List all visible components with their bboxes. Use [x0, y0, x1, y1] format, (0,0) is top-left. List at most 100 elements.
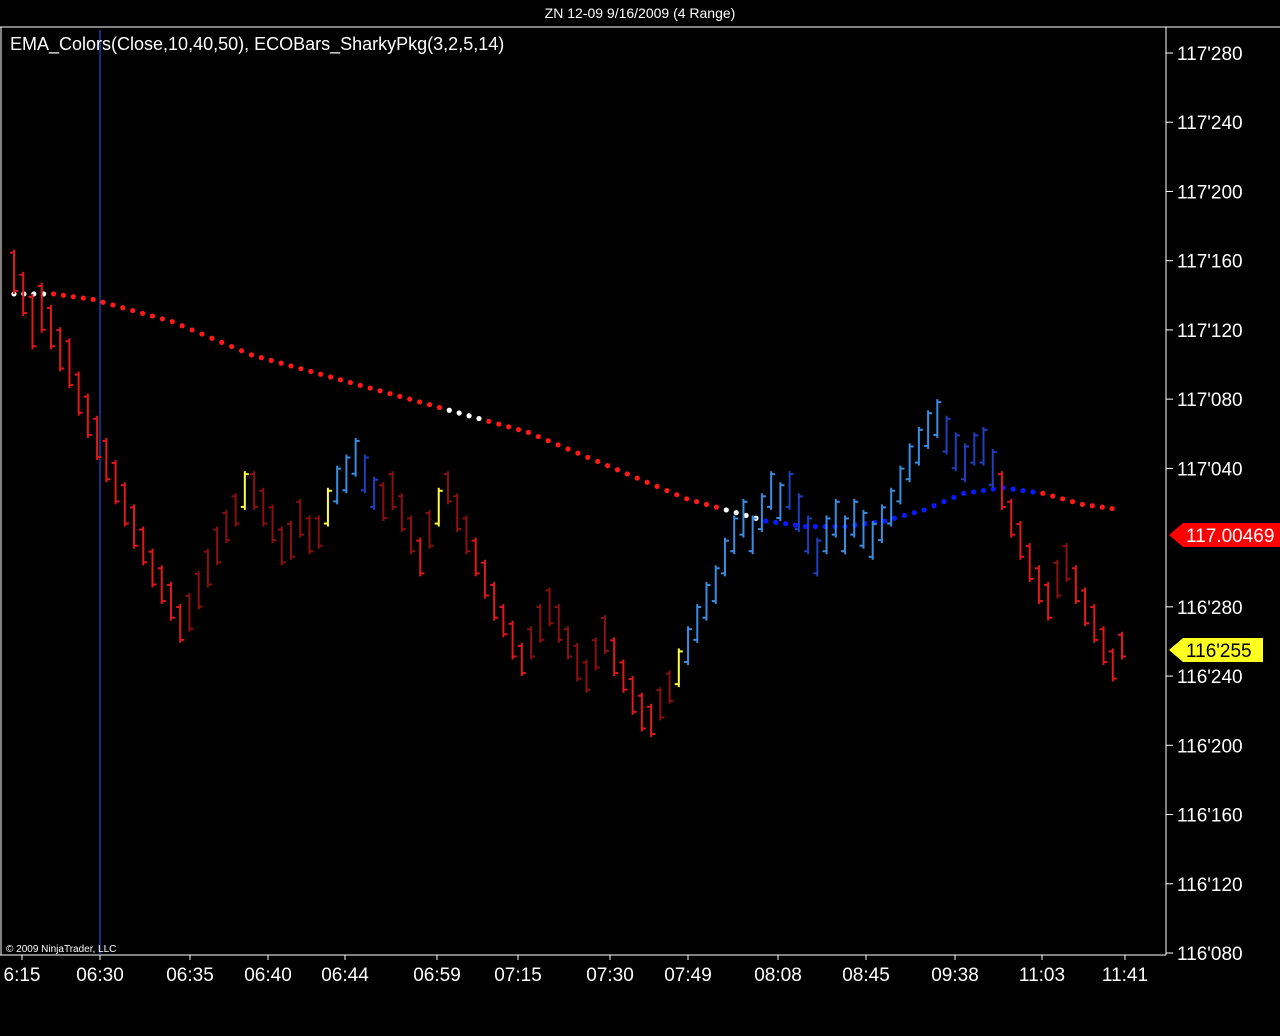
- x-tick-label: 09:38: [931, 965, 979, 986]
- price-bar: [56, 327, 65, 372]
- price-bar: [139, 526, 148, 566]
- price-bar: [988, 449, 997, 488]
- x-tick-label: 06:30: [76, 965, 124, 986]
- price-bar: [1118, 631, 1126, 660]
- x-tick-label: 6:15: [4, 965, 41, 986]
- price-bar: [1108, 648, 1117, 682]
- price-bar: [222, 509, 231, 544]
- price-bar: [166, 581, 175, 621]
- y-tick-label: 116'280: [1177, 598, 1243, 619]
- price-bar: [748, 515, 757, 555]
- price-bar: [37, 282, 46, 333]
- chart-frame: [0, 26, 1280, 956]
- ema-dot: [951, 494, 957, 501]
- price-bar: [1099, 626, 1108, 665]
- ema-dot: [209, 335, 215, 341]
- price-bar: [767, 471, 776, 510]
- ema-dot: [624, 471, 630, 477]
- x-tick-label: 07:30: [586, 965, 634, 986]
- ema-dot: [288, 363, 294, 369]
- price-chart[interactable]: 117'280 117'240 117'200 117'160 117'120 117'0…: [0, 0, 1280, 1036]
- price-bar: [813, 537, 822, 577]
- ema-dot: [525, 429, 532, 435]
- ema-dot: [426, 402, 433, 408]
- price-bar: [757, 493, 766, 533]
- ema-dot: [565, 446, 571, 452]
- y-tick-label: 117'120: [1177, 321, 1243, 342]
- y-axis: 117'280 117'240 117'200 117'160 117'120 117'0…: [1166, 44, 1243, 965]
- price-bar: [388, 471, 397, 510]
- price-bar: [203, 548, 212, 588]
- ema-dot: [238, 348, 245, 354]
- price-bar: [397, 493, 406, 533]
- x-tick-label: 06:44: [321, 965, 369, 986]
- ema-dot: [179, 323, 185, 329]
- price-bar: [961, 443, 970, 483]
- price-bar: [628, 676, 637, 715]
- ema-dot: [664, 487, 670, 494]
- price-bar: [582, 659, 591, 693]
- price-bar: [1071, 565, 1080, 605]
- ema-dot: [1099, 504, 1105, 510]
- ema-price-badge: 117.00469: [1169, 523, 1280, 548]
- ema-dot: [515, 427, 522, 433]
- ema-dot: [535, 433, 541, 440]
- price-bar: [877, 504, 886, 544]
- ema-dot: [169, 319, 175, 325]
- price-bar: [185, 593, 194, 632]
- ema-dot: [436, 404, 442, 411]
- price-bar: [268, 504, 277, 544]
- ema-dot: [219, 339, 225, 345]
- price-bar: [665, 670, 674, 704]
- ema-dot: [456, 410, 462, 416]
- price-bar: [1016, 521, 1025, 560]
- ema-dot: [1050, 493, 1056, 499]
- price-bar: [591, 637, 600, 671]
- ema-dot: [941, 499, 947, 505]
- price-bar: [499, 604, 508, 638]
- ema-dot: [1010, 486, 1016, 492]
- ema-dot: [327, 374, 334, 380]
- price-bar: [287, 521, 295, 560]
- ema-dot: [545, 438, 551, 444]
- y-tick-label: 116'080: [1177, 944, 1243, 965]
- price-bar: [250, 471, 259, 510]
- ema-dot: [258, 355, 264, 361]
- price-bar: [83, 393, 92, 438]
- price-bar: [527, 626, 536, 660]
- ema-dot: [694, 499, 700, 505]
- x-tick-label: 11:03: [1019, 965, 1065, 986]
- price-bar: [1053, 559, 1062, 599]
- ema-dot: [486, 418, 492, 424]
- ema-dot: [921, 507, 927, 513]
- price-bar: [914, 426, 923, 466]
- ema-dot: [367, 385, 373, 391]
- ema-dot: [961, 490, 967, 496]
- price-bar: [905, 443, 914, 483]
- price-bar: [868, 521, 877, 560]
- ema-dot: [476, 415, 482, 422]
- ema-dot: [130, 307, 136, 314]
- y-tick-label: 116'160: [1177, 806, 1243, 827]
- price-bar: [351, 437, 360, 477]
- price-bar: [720, 537, 729, 577]
- ema-dot: [783, 521, 789, 527]
- price-bar: [425, 509, 434, 549]
- price-bar: [896, 465, 905, 505]
- ema-dot: [723, 507, 729, 513]
- ema-dot: [1079, 501, 1086, 507]
- ema-dot: [357, 382, 363, 388]
- price-bar: [296, 498, 305, 538]
- price-bar: [46, 305, 55, 350]
- price-bar: [619, 659, 628, 693]
- price-bar: [231, 493, 240, 527]
- price-bar: [480, 559, 489, 599]
- price-bar: [850, 498, 859, 538]
- price-bar: [1034, 565, 1043, 605]
- price-bar: [536, 604, 545, 643]
- price-bar: [471, 537, 480, 577]
- y-tick-label: 117'240: [1177, 113, 1243, 134]
- price-bar: [370, 476, 379, 510]
- ema-dot: [159, 316, 165, 322]
- price-bar: [1090, 604, 1099, 643]
